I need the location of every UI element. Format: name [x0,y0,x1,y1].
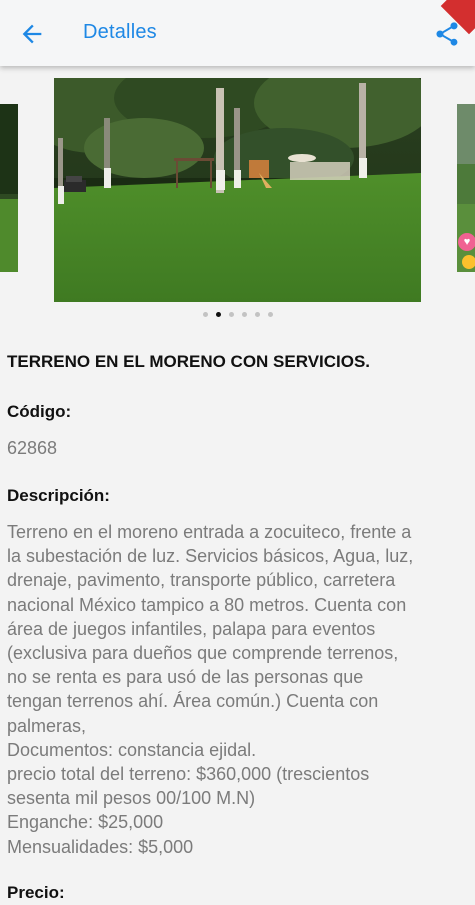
carousel-image-previous[interactable] [0,104,18,272]
description-line: tengan terrenos ahí. Área común.) Cuenta… [7,691,379,712]
arrow-back-icon[interactable] [18,20,46,48]
carousel-dot[interactable] [254,312,260,317]
carousel-dot[interactable] [267,312,273,317]
listing-details: TERRENO EN EL MORENO CON SERVICIOS. Códi… [7,350,473,905]
description-line: Terreno en el moreno entrada a zocuiteco… [7,522,412,542]
image-carousel[interactable] [0,78,475,304]
price-label: Precio: [7,882,65,902]
code-label: Código: [7,402,72,421]
emoji-sticker-icon [462,255,475,269]
description-label: Descripción: [7,486,110,505]
page-title: Detalles [83,21,157,43]
description-line: la subestación de luz. Servicios básicos… [7,546,414,567]
carousel-dot[interactable] [202,312,208,317]
description-line: precio total del terreno: $360,000 (tres… [7,764,370,785]
description-text: Terreno en el moreno entrada a zocuiteco… [7,520,473,859]
description-line: nacional México tampico a 80 metros. Cue… [7,594,407,615]
listing-title: TERRENO EN EL MORENO CON SERVICIOS. [7,352,371,371]
carousel-dot-active[interactable] [215,312,221,317]
description-line: drenaje, pavimento, transporte público, … [7,570,396,591]
carousel-dot[interactable] [228,312,234,317]
carousel-dot[interactable] [241,312,247,317]
description-line: área de juegos infantiles, palapa para e… [7,618,376,639]
description-line: (exclusiva para dueños que comprende ter… [7,643,399,664]
carousel-indicator [0,312,475,317]
description-line: Enganche: $25,000 [7,812,164,833]
description-line: sesenta mil pesos 00/100 M.N) [7,788,256,809]
description-line: palmeras, [7,715,87,736]
app-bar: Detalles [0,0,475,66]
code-value: 62868 [7,438,58,458]
carousel-image-current[interactable] [54,78,421,302]
description-line: no se renta es para usó de las personas … [7,667,364,688]
description-line: Documentos: constancia ejidal. [7,739,257,760]
description-line: Mensualidades: $5,000 [7,836,194,857]
share-icon[interactable] [433,20,461,48]
heart-sticker-icon: ♥ [458,233,475,251]
